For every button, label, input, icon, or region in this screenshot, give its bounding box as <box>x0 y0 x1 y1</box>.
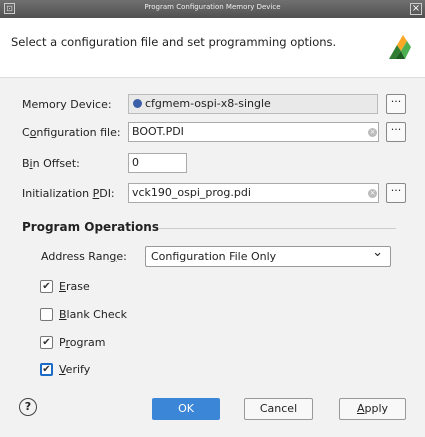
header-description: Select a configuration file and set prog… <box>11 35 337 49</box>
ok-button[interactable]: OK <box>152 398 220 420</box>
blank-check-checkbox[interactable] <box>40 308 53 321</box>
window-title: Program Configuration Memory Device <box>144 3 281 11</box>
config-file-browse-button[interactable]: ··· <box>386 122 406 142</box>
close-icon[interactable]: × <box>410 3 422 15</box>
address-range-select[interactable]: Configuration File Only ⌄ <box>145 246 391 267</box>
cancel-button[interactable]: Cancel <box>244 398 313 420</box>
config-file-label: Configuration file: <box>22 126 121 139</box>
address-range-label: Address Range: <box>41 250 127 263</box>
memory-device-field: cfgmem-ospi-x8-single <box>128 94 378 114</box>
blank-check-label[interactable]: Blank Check <box>59 308 127 321</box>
verify-label[interactable]: Verify <box>59 363 90 376</box>
init-pdi-input[interactable]: vck190_ospi_prog.pdi <box>128 183 379 203</box>
memory-device-browse-button[interactable]: ··· <box>386 94 406 114</box>
chip-icon <box>133 99 142 108</box>
program-operations-title: Program Operations <box>22 220 159 234</box>
bin-offset-label: Bin Offset: <box>22 157 80 170</box>
dialog-header: Select a configuration file and set prog… <box>0 18 425 78</box>
init-pdi-browse-button[interactable]: ··· <box>386 183 406 203</box>
memory-device-value: cfgmem-ospi-x8-single <box>145 97 271 110</box>
chevron-down-icon: ⌄ <box>372 246 383 260</box>
section-divider <box>158 228 396 229</box>
title-bar: ⊡ Program Configuration Memory Device × <box>0 0 425 18</box>
program-label[interactable]: Program <box>59 336 105 349</box>
bin-offset-input[interactable]: 0 <box>128 153 187 173</box>
erase-label[interactable]: Erase <box>59 280 90 293</box>
memory-device-label: Memory Device: <box>22 98 112 111</box>
init-pdi-label: Initialization PDI: <box>22 187 115 200</box>
verify-checkbox[interactable]: ✔ <box>40 363 53 376</box>
help-icon[interactable]: ? <box>19 398 37 416</box>
config-file-clear-icon[interactable]: × <box>368 128 377 137</box>
erase-checkbox[interactable]: ✔ <box>40 280 53 293</box>
init-pdi-clear-icon[interactable]: × <box>368 189 377 198</box>
apply-button[interactable]: Apply <box>339 398 406 420</box>
config-file-input[interactable]: BOOT.PDI <box>128 122 379 142</box>
xilinx-logo-icon <box>389 35 411 59</box>
program-checkbox[interactable]: ✔ <box>40 336 53 349</box>
